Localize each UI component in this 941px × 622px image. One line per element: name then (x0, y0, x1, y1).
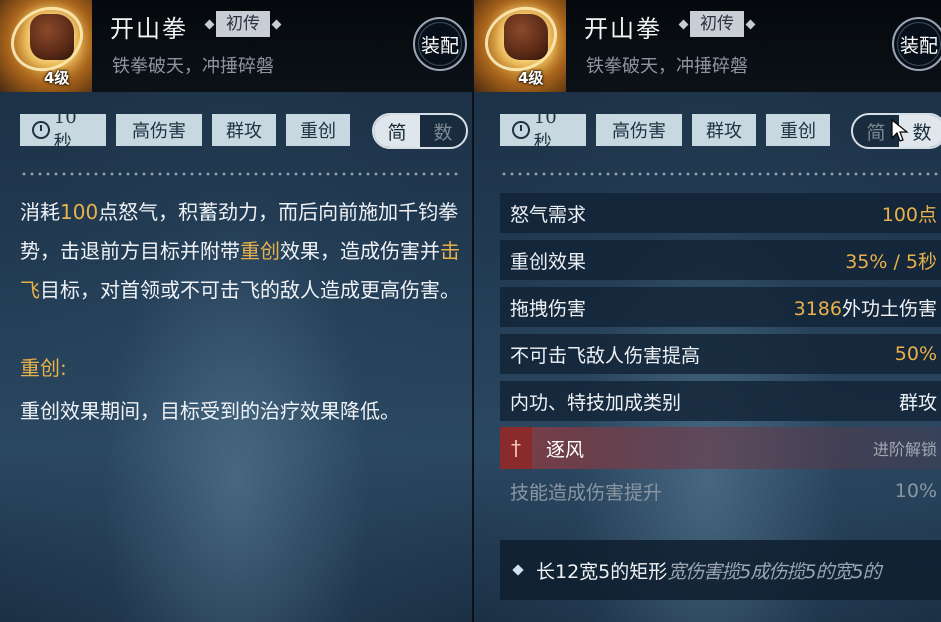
toggle-simple[interactable]: 简 (374, 115, 420, 147)
stat-value: 群攻 (898, 391, 937, 414)
skill-header: 4级 开山拳 初传 铁拳破天，冲捶碎磐 装配 (0, 0, 472, 92)
stat-key: 拖拽伤害 (510, 297, 587, 320)
skill-icon: 4级 (0, 0, 92, 92)
diamond-icon (271, 19, 282, 29)
equip-button[interactable]: 装配 (892, 17, 941, 71)
skill-name: 开山拳 (110, 15, 188, 43)
tag-aoe: 群攻 (212, 114, 276, 146)
grade-label: 初传 (216, 11, 270, 37)
stat-value: 50% (894, 343, 937, 365)
skill-description: 消耗100点怒气，积蓄劲力，而后向前施加千钧拳势，击退前方目标并附带重创效果，造… (20, 193, 460, 310)
range-text: 长12宽5的矩形 (536, 560, 668, 583)
stat-key: 内功、特技加成类别 (510, 391, 682, 414)
cooldown-label: 10秒 (533, 106, 557, 153)
tag-high-damage: 高伤害 (116, 114, 202, 146)
desc-text: 目标，对首领或不可击飞的敌人造成更高伤害。 (40, 278, 460, 302)
stat-key: 不可击飞敌人伤害提高 (510, 344, 701, 367)
tag-heavy-wound: 重创 (286, 114, 350, 146)
skill-level: 4级 (518, 69, 544, 87)
diamond-icon (512, 564, 524, 576)
stat-row-heavy-wound: 重创效果 35% / 5秒 (500, 240, 941, 280)
desc-highlight-heavy-wound[interactable]: 重创 (240, 239, 280, 263)
fist-icon (30, 14, 74, 60)
effect-key: 技能造成伤害提升 (510, 481, 663, 504)
grade-badge: 初传 (204, 11, 282, 37)
clock-icon (512, 121, 530, 139)
fist-icon (504, 14, 548, 60)
diamond-icon (204, 19, 215, 29)
upgrade-name: 逐风 (546, 438, 585, 461)
stat-value-suffix: 外功土伤害 (841, 297, 937, 320)
locked-upgrade-header[interactable]: † 逐风 进阶解锁 (500, 427, 941, 469)
stat-value: 3186外功土伤害 (794, 294, 937, 321)
range-info: 长12宽5的矩形 宽伤害揽5成伤揽5的宽5的 (500, 540, 941, 600)
range-text-overlay: 宽伤害揽5成伤揽5的宽5的 (667, 560, 881, 583)
tag-heavy-wound: 重创 (766, 114, 830, 146)
tag-list: 10秒 高伤害 群攻 重创 (500, 107, 830, 153)
stat-key: 怒气需求 (510, 203, 587, 226)
view-toggle[interactable]: 简 数 (372, 113, 468, 149)
heavy-wound-heading: 重创: (20, 356, 67, 380)
grade-badge: 初传 (678, 11, 756, 37)
skill-header: 4级 开山拳 初传 铁拳破天，冲捶碎磐 装配 (474, 0, 941, 92)
skill-subtitle: 铁拳破天，冲捶碎磐 (112, 56, 274, 77)
diamond-icon (678, 19, 689, 29)
skill-name: 开山拳 (584, 15, 662, 43)
locked-effect-row: 技能造成伤害提升 10% (500, 471, 941, 511)
cooldown-tag: 10秒 (20, 107, 106, 153)
stat-row-no-knockup-bonus: 不可击飞敌人伤害提高 50% (500, 334, 941, 374)
stat-row-rage: 怒气需求 100点 (500, 193, 941, 233)
effect-value: 10% (894, 480, 937, 502)
desc-text: 消耗 (20, 200, 60, 224)
stat-row-bonus-category: 内功、特技加成类别 群攻 (500, 381, 941, 421)
tag-list: 10秒 高伤害 群攻 重创 (20, 107, 350, 153)
desc-highlight-cost: 100 (60, 200, 99, 224)
equip-button[interactable]: 装配 (413, 17, 467, 71)
stat-value-number: 3186 (793, 297, 842, 320)
skill-subtitle: 铁拳破天，冲捶碎磐 (586, 56, 748, 77)
clock-icon (32, 121, 50, 139)
grade-label: 初传 (690, 11, 744, 37)
dotted-divider (20, 172, 460, 176)
desc-text: 效果，造成伤害并 (280, 239, 440, 263)
tag-aoe: 群攻 (692, 114, 756, 146)
cooldown-tag: 10秒 (500, 107, 586, 153)
mouse-cursor-icon (891, 119, 909, 142)
stat-key: 重创效果 (510, 250, 587, 273)
unlock-hint: 进阶解锁 (872, 440, 937, 459)
stat-row-drag-damage: 拖拽伤害 3186外功土伤害 (500, 287, 941, 327)
stat-value: 35% / 5秒 (845, 250, 937, 273)
skill-panel-simple: 4级 开山拳 初传 铁拳破天，冲捶碎磐 装配 10秒 高伤害 群攻 重创 简 数… (0, 0, 472, 622)
dotted-divider (500, 172, 941, 176)
heavy-wound-description: 重创效果期间，目标受到的治疗效果降低。 (20, 399, 400, 423)
skill-level: 4级 (44, 69, 70, 87)
cooldown-label: 10秒 (53, 106, 77, 153)
stat-value: 100点 (881, 203, 937, 226)
diamond-icon (745, 19, 756, 29)
toggle-numeric[interactable]: 数 (420, 115, 466, 147)
skill-icon: 4级 (474, 0, 566, 92)
sword-icon: † (500, 427, 532, 469)
tag-high-damage: 高伤害 (596, 114, 682, 146)
